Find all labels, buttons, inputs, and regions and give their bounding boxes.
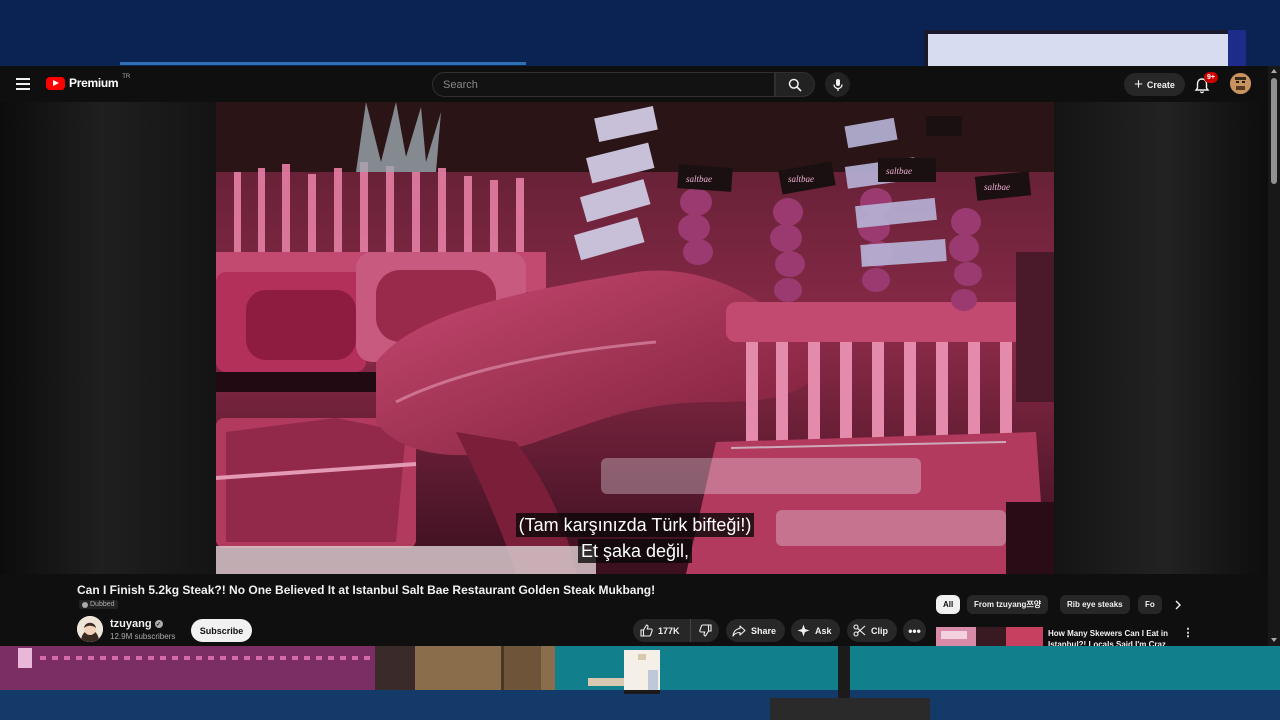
more-actions-button[interactable]: ••• [903, 619, 926, 642]
sparkle-icon [797, 624, 810, 637]
recommendation-title[interactable]: How Many Skewers Can I Eat in Istanbul?!… [1048, 628, 1176, 646]
share-button[interactable]: Share [726, 619, 785, 642]
wallpaper-dark-block [375, 646, 415, 690]
sign-text: saltbae [984, 182, 1010, 192]
like-dislike-group: 177K [633, 619, 719, 642]
search-icon [788, 78, 802, 92]
plus-icon: + [1134, 76, 1143, 93]
search-box [432, 72, 775, 97]
scrollbar-thumb[interactable] [1271, 78, 1277, 184]
page-scrollbar[interactable] [1268, 66, 1280, 646]
scroll-down-icon[interactable] [1271, 638, 1277, 642]
scissors-icon [853, 624, 866, 637]
youtube-play-icon [46, 76, 65, 90]
caption-line-1: (Tam karşınızda Türk bifteği!) [216, 513, 1054, 537]
voice-search-button[interactable] [825, 72, 850, 97]
video-frame: saltbae saltbae saltbae saltbae [216, 102, 1054, 574]
video-player[interactable]: saltbae saltbae saltbae saltbae (Tam kar… [216, 102, 1054, 574]
share-label: Share [751, 625, 777, 636]
wallpaper-pixel-card-edge [1228, 30, 1246, 70]
wallpaper-line [120, 62, 526, 65]
sign-text: saltbae [686, 174, 712, 184]
recommendation-thumbnail[interactable] [936, 627, 1043, 646]
recommendation-menu-icon[interactable]: ⋮ [1182, 628, 1194, 642]
scroll-up-icon[interactable] [1271, 69, 1277, 73]
dislike-button[interactable] [691, 619, 719, 642]
youtube-window: Premium TR + Create 9+ [0, 66, 1280, 646]
top-bar: Premium TR + Create 9+ [0, 66, 1268, 102]
ask-label: Ask [815, 625, 832, 636]
dubbed-label: Dubbed [90, 601, 115, 608]
thumbs-up-icon [640, 624, 653, 637]
sign-text: saltbae [788, 174, 814, 184]
wallpaper-pixel-card [924, 30, 1246, 70]
create-button[interactable]: + Create [1124, 73, 1185, 96]
search-button[interactable] [775, 72, 815, 97]
user-avatar[interactable] [1230, 73, 1251, 94]
video-title: Can I Finish 5.2kg Steak?! No One Believ… [77, 583, 656, 597]
pixel-cat-icon [588, 650, 660, 694]
clip-label: Clip [871, 625, 888, 636]
wallpaper-pink-wall [0, 646, 375, 690]
channel-name-text: tzuyang [110, 618, 152, 630]
like-count: 177K [658, 625, 680, 636]
wallpaper-tan-wall [415, 646, 555, 690]
create-label: Create [1146, 79, 1175, 90]
region-code: TR [122, 74, 131, 80]
desktop-wallpaper-bottom [0, 646, 1280, 720]
chip-truncated[interactable]: Fo [1138, 595, 1162, 614]
menu-icon[interactable] [12, 74, 34, 94]
notification-badge: 9+ [1204, 72, 1218, 83]
pixel-post-base [770, 698, 930, 720]
channel-name[interactable]: tzuyang ✓ [110, 618, 163, 630]
avatar-face-icon [1230, 73, 1251, 94]
subscribe-button[interactable]: Subscribe [191, 619, 252, 642]
youtube-logo[interactable]: Premium TR [46, 74, 131, 90]
logo-text: Premium [69, 76, 119, 90]
dubbed-badge: Dubbed [79, 600, 118, 609]
ask-button[interactable]: Ask [791, 619, 840, 642]
person-icon [82, 601, 88, 608]
chip-rib-eye-steaks[interactable]: Rib eye steaks [1060, 595, 1130, 614]
chevron-right-icon[interactable] [1168, 595, 1188, 614]
subscriber-count: 12.9M subscribers [110, 632, 176, 641]
search-input[interactable] [433, 73, 774, 96]
clip-button[interactable]: Clip [847, 619, 897, 642]
desktop-wallpaper-top [0, 0, 1280, 70]
caption-line-2: Et şaka değil, [216, 539, 1054, 563]
mic-icon [832, 78, 843, 91]
chip-from-channel[interactable]: From tzuyang쯔양 [967, 595, 1049, 614]
chip-all[interactable]: All [936, 595, 961, 614]
like-button[interactable]: 177K [633, 619, 691, 642]
channel-avatar[interactable] [77, 616, 103, 642]
share-icon [732, 624, 746, 637]
verified-icon: ✓ [154, 620, 163, 628]
pixel-post [838, 646, 850, 706]
channel-avatar-image [77, 616, 103, 642]
thumbnail-image [936, 627, 1043, 646]
thumbs-down-icon [698, 624, 712, 637]
sign-text: saltbae [886, 166, 912, 176]
